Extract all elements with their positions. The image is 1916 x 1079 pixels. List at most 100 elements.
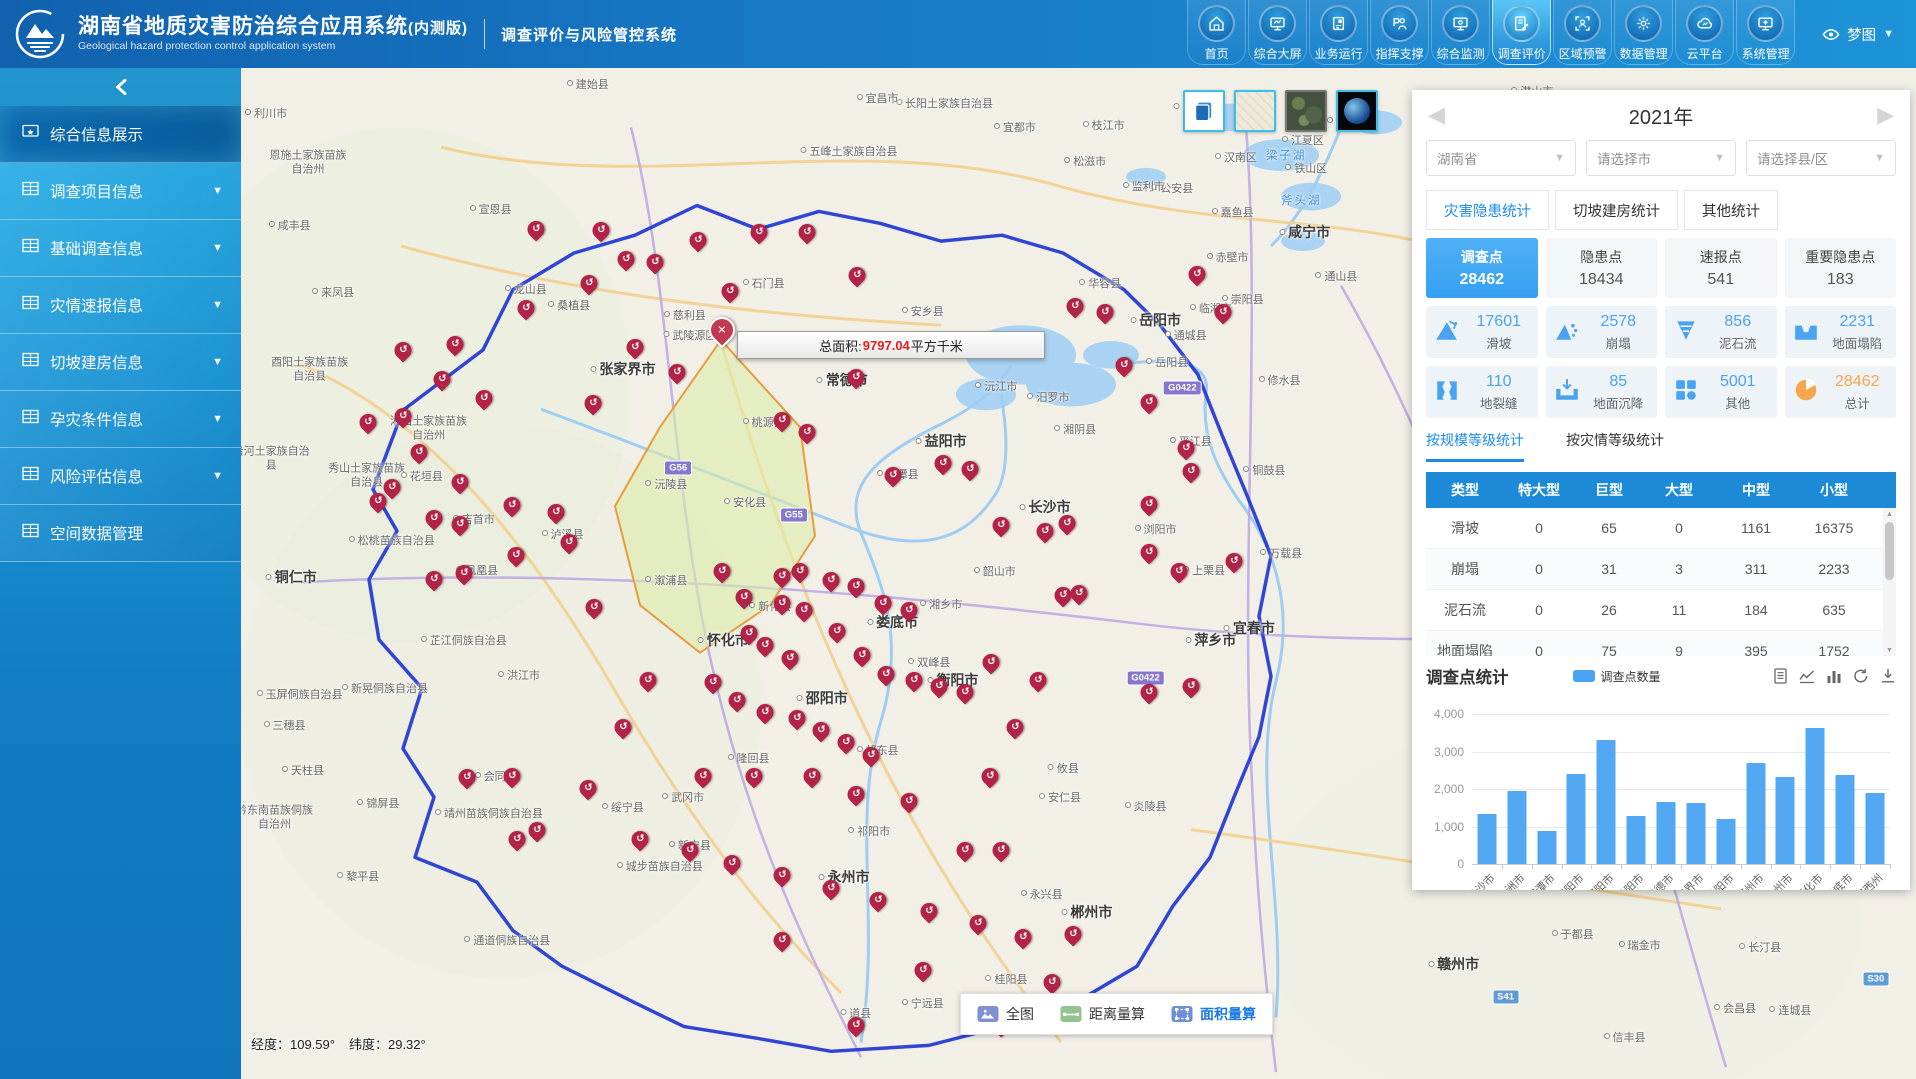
- table-header: 小型: [1798, 480, 1870, 500]
- fullmap-button[interactable]: 全图: [977, 1004, 1034, 1024]
- hazard-type-card[interactable]: 28462总计: [1785, 366, 1897, 418]
- hazard-type-card[interactable]: 2578崩塌: [1546, 306, 1658, 358]
- globe-basemap[interactable]: [1336, 90, 1378, 132]
- stat-tab[interactable]: 切坡建房统计: [1555, 190, 1678, 230]
- card-label: 地面塌陷: [1827, 333, 1889, 352]
- nav-item-command[interactable]: 指挥支撑: [1370, 0, 1429, 65]
- chart-bar[interactable]: [1716, 819, 1735, 864]
- distance-button[interactable]: 距离量算: [1060, 1004, 1145, 1024]
- chart-tool-doc-icon[interactable]: [1773, 668, 1788, 684]
- nav-item-cloud[interactable]: 云平台: [1675, 0, 1734, 65]
- map-canvas[interactable]: 利川市建始县长阳土家族自治县宜昌市五峰土家族自治县宜都市枝江市荆州市松滋市公安县…: [241, 68, 1916, 1079]
- chart-bar[interactable]: [1627, 816, 1646, 864]
- card-value: 2231: [1827, 313, 1889, 331]
- x-axis-label: 永州市: [1762, 870, 1797, 890]
- nav-item-survey[interactable]: 调查评价: [1492, 0, 1551, 65]
- summary-card[interactable]: 隐患点18434: [1546, 238, 1658, 298]
- table-cell: 395: [1714, 643, 1798, 656]
- x-axis-tick: [1681, 864, 1682, 869]
- chart-bar[interactable]: [1776, 777, 1795, 864]
- scrollbar-thumb[interactable]: [1885, 522, 1894, 580]
- survey-icon: [1503, 5, 1540, 42]
- card-value: 2578: [1588, 313, 1650, 331]
- home-icon: [1198, 5, 1235, 42]
- stat-tab[interactable]: 灾害隐患统计: [1426, 190, 1549, 230]
- summary-card[interactable]: 调查点28462: [1426, 238, 1538, 298]
- nav-item-bigscreen[interactable]: 综合大屏: [1248, 0, 1307, 65]
- stat-tab[interactable]: 其他统计: [1684, 190, 1778, 230]
- chart-tool-refresh-icon[interactable]: [1853, 668, 1869, 684]
- stat-subtab[interactable]: 按灾情等级统计: [1566, 430, 1664, 462]
- card-label: 泥石流: [1707, 333, 1769, 352]
- scroll-down-icon[interactable]: ▼: [1883, 644, 1896, 656]
- sidebar-item[interactable]: 综合信息展示: [0, 106, 241, 163]
- x-axis-tick: [1591, 864, 1592, 869]
- collapse-sidebar-button[interactable]: [0, 68, 241, 106]
- nav-item-monitor[interactable]: 综合监测: [1431, 0, 1490, 65]
- nav-item-region[interactable]: 区域预警: [1553, 0, 1612, 65]
- sidebar-item[interactable]: 基础调查信息▼: [0, 220, 241, 277]
- chart-bar[interactable]: [1657, 802, 1676, 864]
- hazard-type-card[interactable]: 2231 地面塌陷: [1785, 306, 1897, 358]
- sidebar-item[interactable]: 调查项目信息▼: [0, 163, 241, 220]
- y-axis-tick: 3,000: [1434, 745, 1464, 759]
- chart-bar[interactable]: [1537, 831, 1556, 864]
- chart-bar[interactable]: [1806, 728, 1825, 864]
- region-icon: [1564, 5, 1601, 42]
- hazard-type-card[interactable]: 5001其他: [1665, 366, 1777, 418]
- vector-basemap[interactable]: [1234, 90, 1276, 132]
- table-row[interactable]: 崩塌03133112233: [1426, 549, 1896, 590]
- chart-tool-download-icon[interactable]: [1880, 668, 1896, 684]
- stat-subtab[interactable]: 按规模等级统计: [1426, 430, 1524, 462]
- chart-tool-bars-icon[interactable]: [1826, 668, 1842, 684]
- table-row[interactable]: 滑坡0650116116375: [1426, 508, 1896, 549]
- chart-bar[interactable]: [1477, 814, 1496, 864]
- chart-bar[interactable]: [1746, 763, 1765, 864]
- nav-item-data[interactable]: 数据管理: [1614, 0, 1673, 65]
- hazard-type-card[interactable]: 110地裂缝: [1426, 366, 1538, 418]
- chart-tool-line-icon[interactable]: [1799, 668, 1815, 684]
- nav-item-business[interactable]: 业务运行: [1309, 0, 1368, 65]
- region-select[interactable]: 请选择市▼: [1586, 140, 1736, 176]
- card-value: 5001: [1707, 373, 1769, 391]
- area-button[interactable]: 面积量算: [1171, 1004, 1256, 1024]
- table-row[interactable]: 地面塌陷07593951752: [1426, 631, 1896, 656]
- chart-bar[interactable]: [1507, 791, 1526, 865]
- chart-bar[interactable]: [1567, 774, 1586, 864]
- card-label: 隐患点: [1580, 247, 1622, 267]
- sidebar-item[interactable]: 孕灾条件信息▼: [0, 391, 241, 448]
- hazard-type-card[interactable]: 856泥石流: [1665, 306, 1777, 358]
- scroll-up-icon[interactable]: ▲: [1883, 508, 1896, 520]
- chart-bar[interactable]: [1686, 803, 1705, 865]
- chart-bar[interactable]: [1597, 740, 1616, 864]
- sidebar-item[interactable]: 切坡建房信息▼: [0, 334, 241, 391]
- table-icon: [22, 409, 39, 429]
- next-year-button[interactable]: ▶: [1877, 104, 1894, 126]
- sidebar-item[interactable]: 风险评估信息▼: [0, 448, 241, 505]
- table-cell: 65: [1574, 520, 1644, 536]
- sidebar-item[interactable]: 灾情速报信息▼: [0, 277, 241, 334]
- nav-item-home[interactable]: 首页: [1187, 0, 1246, 65]
- hazard-type-card[interactable]: 85地面沉降: [1546, 366, 1658, 418]
- layers-toggle[interactable]: [1183, 90, 1225, 132]
- cursor-coordinates: 经度：109.59° 纬度：29.32°: [251, 1034, 426, 1053]
- chart-legend[interactable]: 调查点数量: [1573, 668, 1661, 685]
- hazard-type-card[interactable]: 17601滑坡: [1426, 306, 1538, 358]
- chart-bar[interactable]: [1836, 775, 1855, 864]
- prev-year-button[interactable]: ◀: [1428, 104, 1445, 126]
- satellite-basemap[interactable]: [1285, 90, 1327, 132]
- summary-card[interactable]: 重要隐患点183: [1785, 238, 1897, 298]
- sidebar: 综合信息展示调查项目信息▼基础调查信息▼灾情速报信息▼切坡建房信息▼孕灾条件信息…: [0, 68, 241, 1079]
- table-icon: [22, 466, 39, 486]
- table-row[interactable]: 泥石流02611184635: [1426, 590, 1896, 631]
- nav-item-system[interactable]: 系统管理: [1736, 0, 1795, 65]
- area-value: 9797.04: [863, 338, 910, 353]
- region-select[interactable]: 湖南省▼: [1426, 140, 1576, 176]
- sidebar-item[interactable]: 空间数据管理: [0, 505, 241, 562]
- table-cell: 0: [1504, 561, 1574, 577]
- chart-bar[interactable]: [1866, 793, 1885, 864]
- user-menu[interactable]: 梦图 ▼: [1822, 24, 1894, 45]
- table-scrollbar[interactable]: ▲ ▼: [1883, 508, 1896, 656]
- summary-card[interactable]: 速报点541: [1665, 238, 1777, 298]
- region-select[interactable]: 请选择县/区▼: [1746, 140, 1896, 176]
